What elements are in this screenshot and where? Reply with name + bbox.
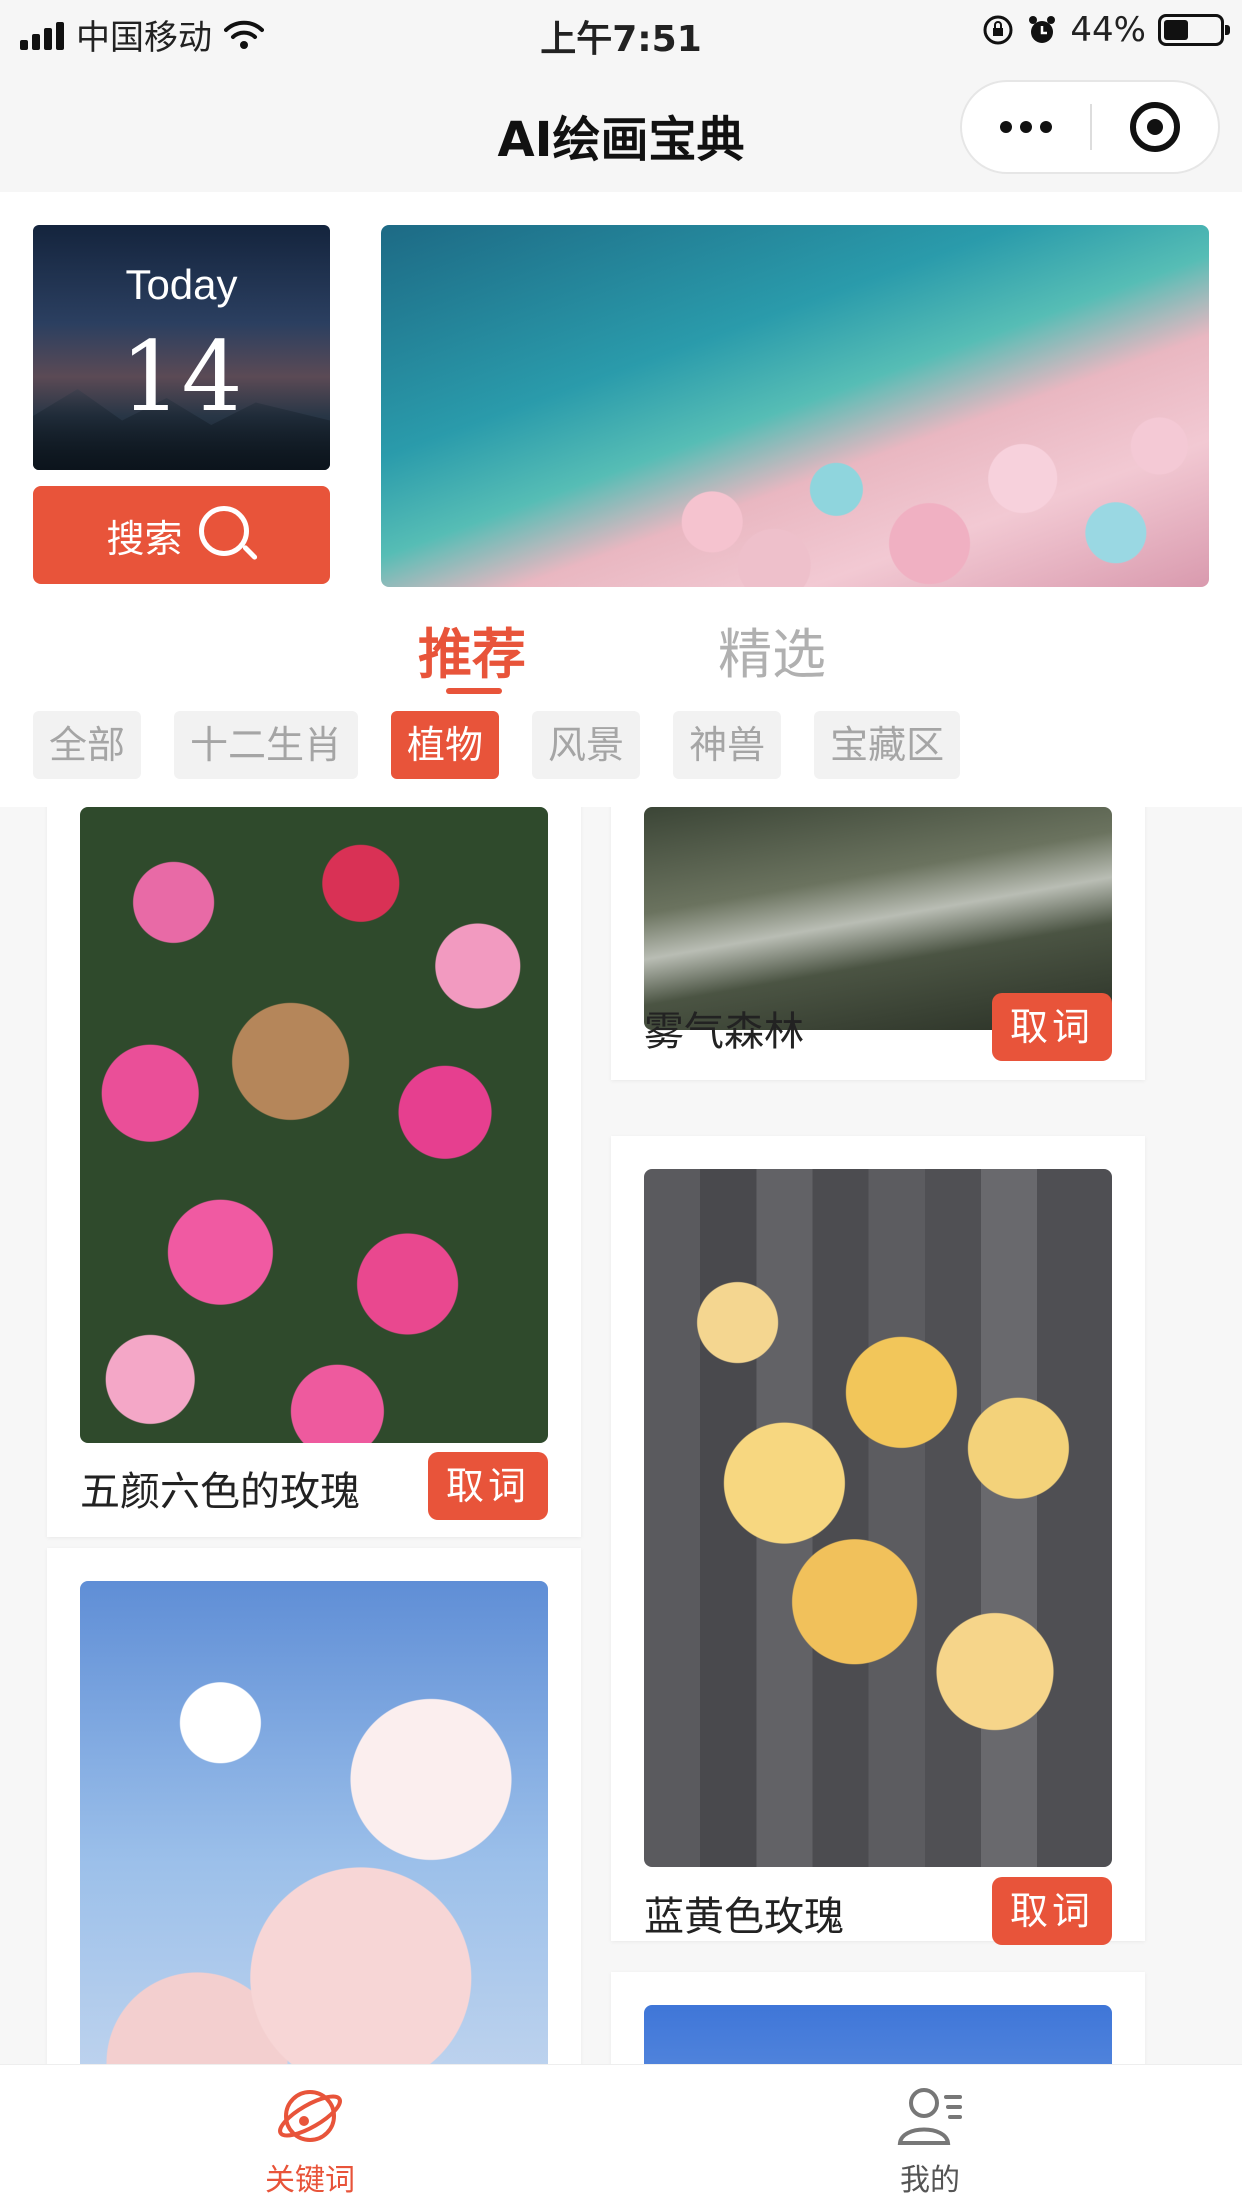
tab-active-indicator xyxy=(446,688,502,694)
status-bar: 中国移动 上午7:51 44% xyxy=(0,0,1242,64)
get-prompt-button[interactable]: 取词 xyxy=(992,1877,1112,1945)
card-image[interactable] xyxy=(80,1581,548,2064)
card-image[interactable] xyxy=(644,2005,1112,2064)
image-feed[interactable]: 五颜六色的玫瑰 取词 雾气森林 取词 蓝黄色玫瑰 取词 xyxy=(0,807,1242,2064)
category-chip-treasure[interactable]: 宝藏区 xyxy=(814,711,961,779)
feed-card[interactable] xyxy=(611,1972,1145,2064)
user-icon xyxy=(897,2088,962,2145)
nav-bar: AI绘画宝典 xyxy=(0,64,1242,192)
card-title: 五颜六色的玫瑰 xyxy=(80,1469,360,1515)
rotation-lock-icon xyxy=(983,15,1013,45)
banner-image[interactable] xyxy=(381,225,1209,587)
category-chip-zodiac[interactable]: 十二生肖 xyxy=(174,711,359,779)
today-label: Today xyxy=(125,261,238,308)
search-icon xyxy=(198,506,258,564)
target-close-icon[interactable] xyxy=(1092,102,1218,152)
bottom-tab-bar: 关键词 我的 xyxy=(0,2064,1242,2208)
get-prompt-button[interactable]: 取词 xyxy=(428,1452,548,1520)
banner-rocks xyxy=(588,369,1209,587)
battery-percent: 44% xyxy=(1070,10,1146,50)
card-title: 雾气森林 xyxy=(644,1009,804,1055)
category-chips: 全部 十二生肖 植物 风景 神兽 宝藏区 xyxy=(33,711,961,779)
category-chip-all[interactable]: 全部 xyxy=(33,711,142,779)
feed-card[interactable]: 五颜六色的玫瑰 取词 xyxy=(47,807,581,1537)
more-dots-icon[interactable] xyxy=(962,121,1090,133)
tab-recommend[interactable]: 推荐 xyxy=(418,610,526,689)
tabbar-label-keywords: 关键词 xyxy=(265,2163,355,2198)
today-day-number: 14 xyxy=(120,321,243,433)
alarm-icon xyxy=(1029,16,1056,43)
feed-card[interactable]: 雾气森林 取词 xyxy=(611,807,1145,1080)
tab-featured[interactable]: 精选 xyxy=(718,610,826,689)
mini-program-capsule xyxy=(960,80,1220,174)
card-image[interactable] xyxy=(80,807,548,1443)
status-right: 44% xyxy=(982,10,1230,50)
card-title: 蓝黄色玫瑰 xyxy=(644,1894,844,1940)
battery-icon xyxy=(1158,14,1230,46)
feed-card[interactable] xyxy=(47,1548,581,2064)
category-chip-plants[interactable]: 植物 xyxy=(391,711,500,779)
category-chip-scenery[interactable]: 风景 xyxy=(532,711,641,779)
feed-card[interactable]: 蓝黄色玫瑰 取词 xyxy=(611,1136,1145,1945)
get-prompt-button[interactable]: 取词 xyxy=(992,993,1112,1061)
card-image[interactable] xyxy=(644,1169,1112,1867)
search-button[interactable]: 搜索 xyxy=(33,486,330,584)
search-label: 搜索 xyxy=(106,516,183,561)
category-chip-mythical-beasts[interactable]: 神兽 xyxy=(673,711,782,779)
tabbar-label-mine: 我的 xyxy=(900,2163,960,2198)
tabbar-item-keywords[interactable]: 关键词 xyxy=(210,2083,410,2199)
today-card[interactable]: Today 14 xyxy=(33,225,330,470)
tabbar-item-mine[interactable]: 我的 xyxy=(830,2083,1030,2199)
planet-icon xyxy=(278,2090,342,2142)
